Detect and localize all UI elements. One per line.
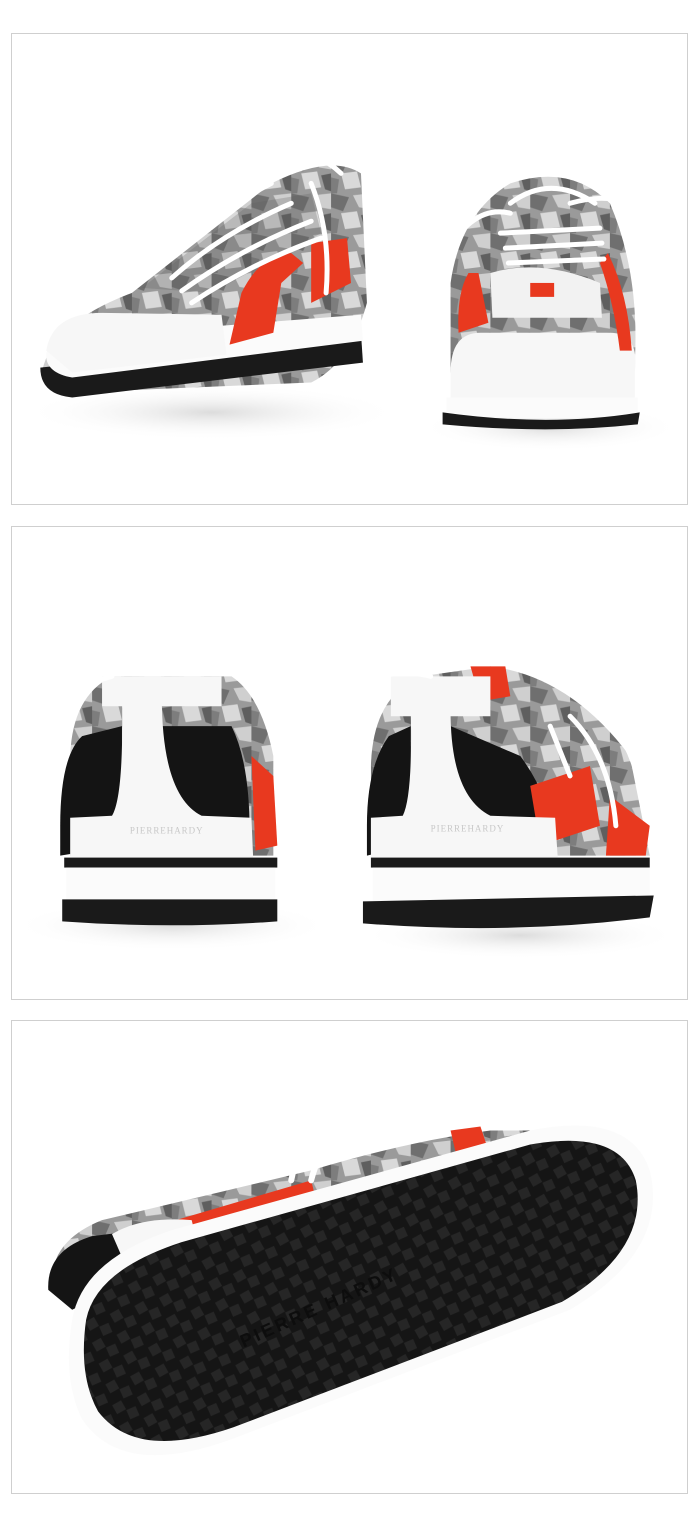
product-photo-front-view	[11, 33, 688, 505]
sneaker-sole-illustration: PIERRE HARDY	[48, 1107, 654, 1456]
product-photo-sole-view: PIERRE HARDY	[11, 1020, 688, 1494]
heel-brand-text-left: PIERREHARDY	[130, 826, 204, 836]
left-sneaker-heel: PIERREHARDY	[12, 652, 332, 952]
sneakers-front-illustration	[22, 148, 680, 452]
heel-brand-text-right: PIERREHARDY	[431, 824, 505, 834]
right-sneaker	[420, 176, 680, 452]
right-sneaker-heel: PIERREHARDY	[358, 654, 680, 960]
product-photo-back-view: PIERREHARDY PIERREHARDY	[11, 526, 688, 1000]
sneakers-heel-illustration: PIERREHARDY PIERREHARDY	[12, 652, 680, 960]
left-sneaker	[22, 148, 401, 441]
